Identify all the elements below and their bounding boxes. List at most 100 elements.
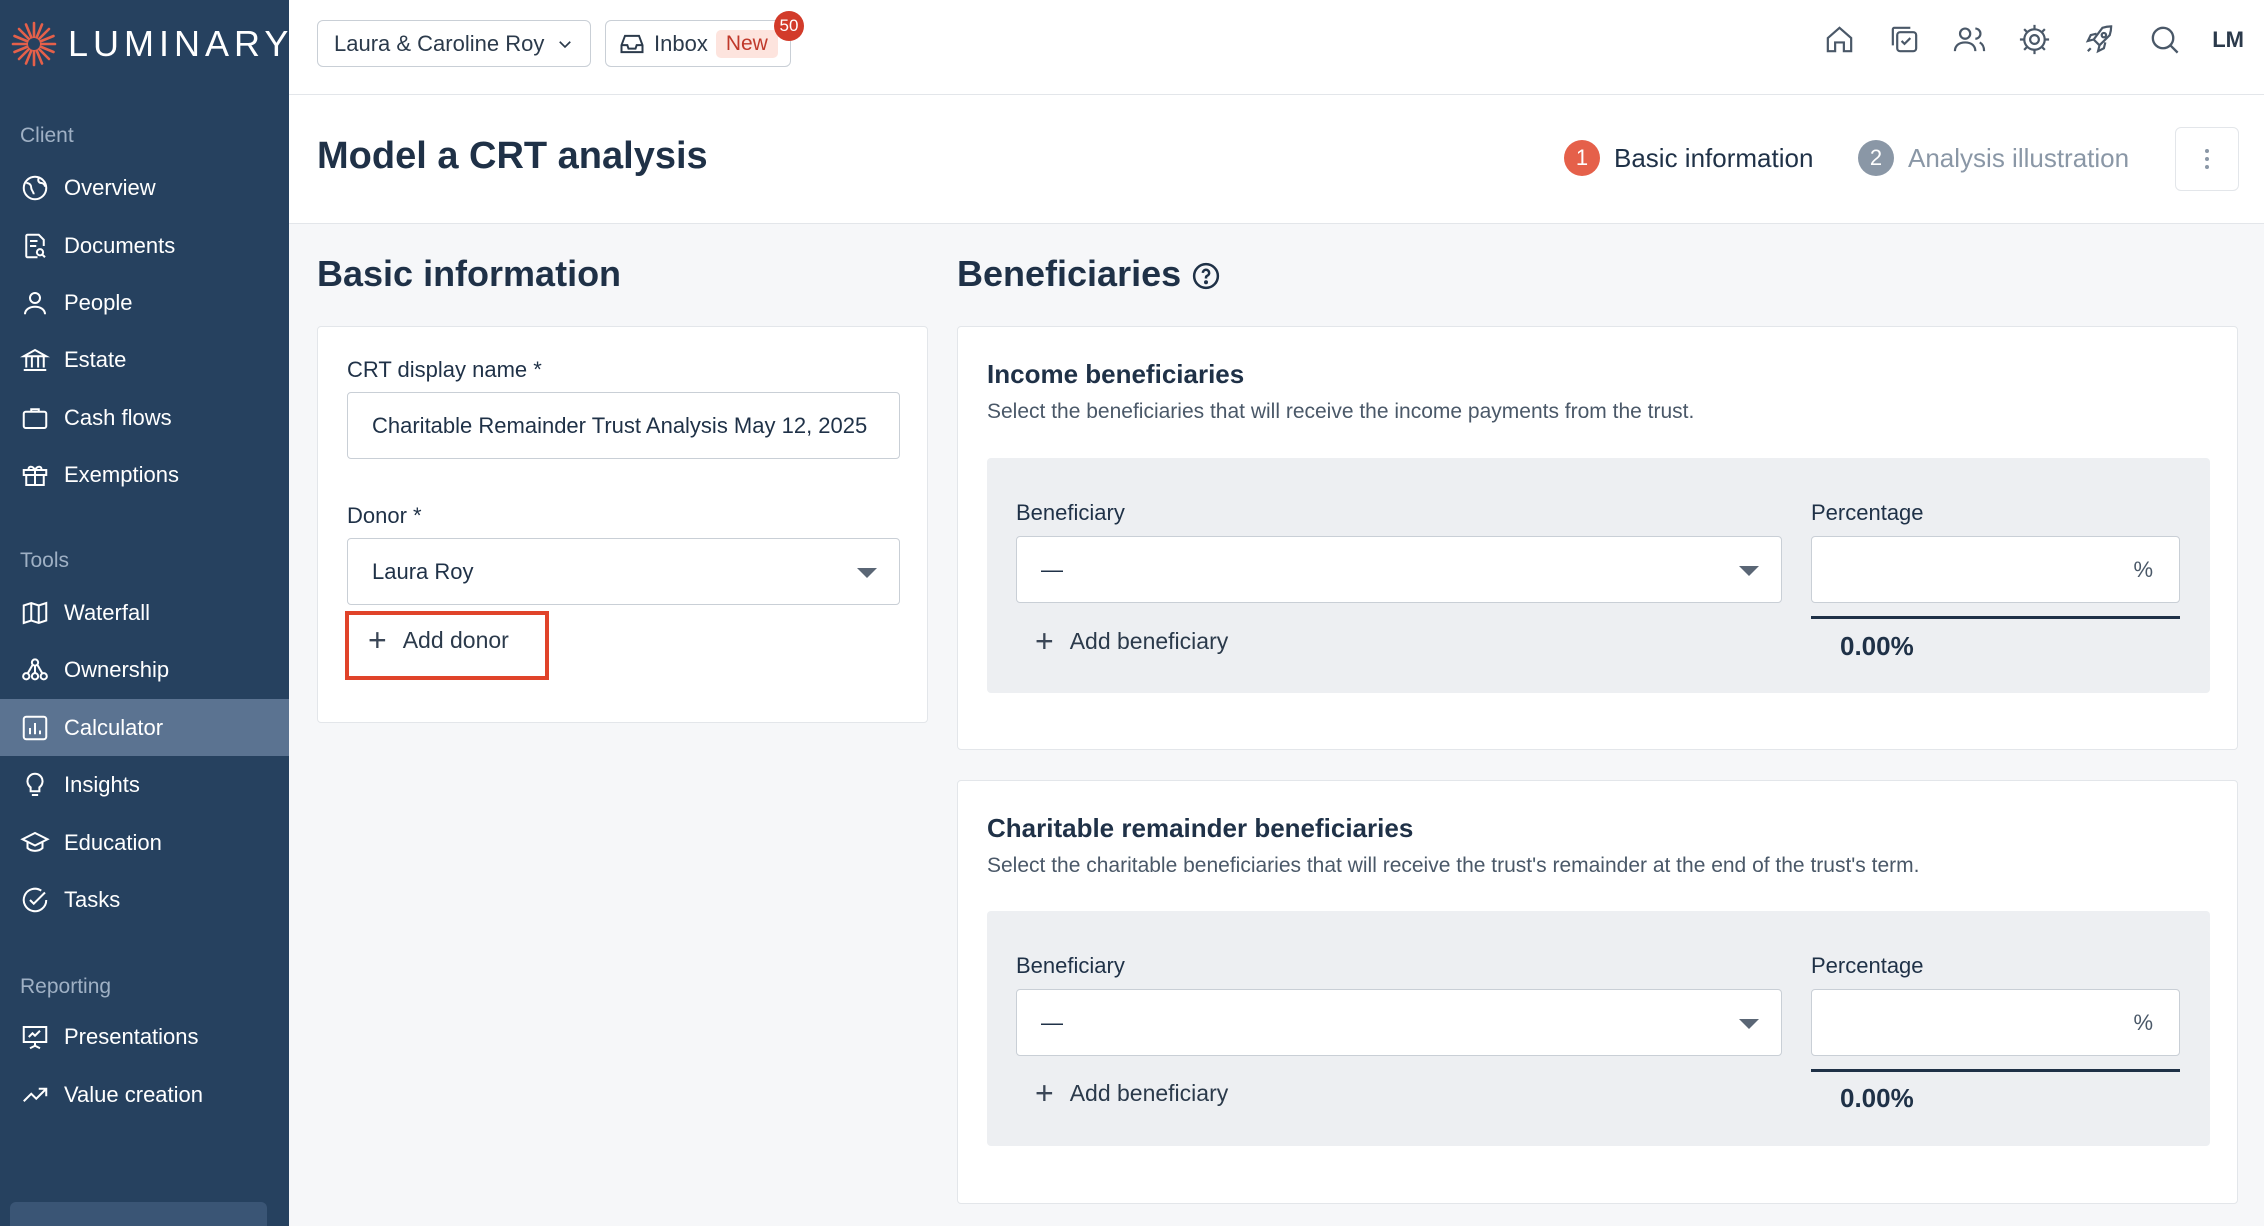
nav-item-label: Insights bbox=[64, 771, 140, 797]
nav-item-label: Documents bbox=[64, 232, 176, 258]
topbar-actions: LM bbox=[1822, 22, 2244, 57]
rocket-icon[interactable] bbox=[2082, 22, 2117, 57]
avatar[interactable]: LM bbox=[2212, 27, 2244, 53]
charitable-add-beneficiary-button[interactable]: + Add beneficiary bbox=[1035, 1077, 1228, 1109]
help-icon[interactable] bbox=[1191, 261, 1221, 291]
topbar: Laura & Caroline Roy Inbox New 50 LM bbox=[289, 0, 2264, 95]
beneficiaries-title: Beneficiaries bbox=[957, 253, 1221, 295]
users-icon[interactable] bbox=[1952, 22, 1987, 57]
luminary-sun-icon bbox=[11, 21, 57, 67]
inbox-count-badge: 50 bbox=[774, 11, 804, 41]
nav-item-documents[interactable]: Documents bbox=[0, 217, 289, 274]
chevron-down-icon bbox=[559, 40, 572, 48]
nav-item-insights[interactable]: Insights bbox=[0, 756, 289, 813]
sidebar-footer-button[interactable] bbox=[10, 1202, 267, 1226]
nav-item-estate[interactable]: Estate bbox=[0, 331, 289, 388]
nav-item-value-creation[interactable]: Value creation bbox=[0, 1066, 289, 1123]
brand-logo[interactable]: LUMINARY bbox=[10, 18, 293, 70]
more-options-button[interactable] bbox=[2175, 127, 2239, 191]
nav-item-tasks[interactable]: Tasks bbox=[0, 871, 289, 928]
step-label: Basic information bbox=[1614, 142, 1814, 173]
income-heading: Income beneficiaries bbox=[987, 359, 1245, 389]
inbox-button[interactable]: Inbox New bbox=[605, 20, 791, 67]
nav-section-client: Client bbox=[20, 124, 74, 147]
income-total-percentage: 0.00% bbox=[1840, 631, 1914, 661]
nav-item-label: Presentations bbox=[64, 1023, 199, 1049]
new-badge: New bbox=[715, 29, 778, 58]
gift-icon bbox=[22, 465, 48, 486]
nav-item-waterfall[interactable]: Waterfall bbox=[0, 584, 289, 641]
inbox-icon bbox=[620, 34, 644, 53]
check-circle-icon bbox=[22, 887, 48, 912]
client-selector[interactable]: Laura & Caroline Roy bbox=[317, 20, 592, 67]
nav-item-label: Ownership bbox=[64, 656, 170, 682]
search-icon[interactable] bbox=[2147, 22, 2182, 57]
inbox-label: Inbox bbox=[654, 30, 708, 56]
nav-item-label: Value creation bbox=[64, 1081, 204, 1107]
nav-item-label: Estate bbox=[64, 346, 127, 372]
calculator-chart-icon bbox=[22, 715, 48, 740]
nav-section-reporting: Reporting bbox=[20, 975, 112, 998]
crt-name-input[interactable]: Charitable Remainder Trust Analysis May … bbox=[347, 392, 900, 459]
income-beneficiary-select[interactable]: — bbox=[1016, 536, 1782, 603]
nav-item-people[interactable]: People bbox=[0, 274, 289, 331]
dropdown-caret-icon bbox=[857, 568, 877, 578]
trend-up-icon bbox=[23, 1087, 48, 1102]
donor-label: Donor * bbox=[347, 503, 422, 528]
step-number: 1 bbox=[1564, 140, 1600, 176]
step-analysis-illustration[interactable]: 2 Analysis illustration bbox=[1858, 140, 2129, 176]
nav-item-label: Tasks bbox=[64, 886, 121, 912]
nav-item-label: Waterfall bbox=[64, 599, 150, 625]
step-number: 2 bbox=[1858, 140, 1894, 176]
add-beneficiary-label: Add beneficiary bbox=[1069, 627, 1229, 654]
nav-item-presentations[interactable]: Presentations bbox=[0, 1008, 289, 1065]
donor-value: Laura Roy bbox=[372, 558, 474, 584]
income-beneficiaries-card: Income beneficiaries Select the benefici… bbox=[957, 326, 2238, 750]
nav-item-exemptions[interactable]: Exemptions bbox=[0, 446, 289, 503]
charitable-percentage-input[interactable]: % bbox=[1811, 989, 2180, 1056]
beneficiary-value: — bbox=[1041, 556, 1063, 582]
charitable-beneficiary-panel: Beneficiary — Percentage % + Add benefic… bbox=[987, 911, 2210, 1146]
nav-item-label: Exemptions bbox=[64, 461, 179, 487]
percentage-label: Percentage bbox=[1811, 953, 1924, 978]
briefcase-icon bbox=[22, 407, 48, 429]
nav-item-label: Calculator bbox=[64, 714, 164, 740]
charitable-total-percentage: 0.00% bbox=[1840, 1083, 1914, 1113]
tasks-icon[interactable] bbox=[1887, 22, 1922, 57]
beneficiary-value: — bbox=[1041, 1009, 1063, 1035]
map-icon bbox=[22, 601, 48, 624]
bank-icon bbox=[20, 348, 50, 371]
nav-item-education[interactable]: Education bbox=[0, 814, 289, 871]
dropdown-caret-icon bbox=[1739, 1019, 1759, 1029]
income-percentage-input[interactable]: % bbox=[1811, 536, 2180, 603]
nav-item-overview[interactable]: Overview bbox=[0, 159, 289, 216]
step-basic-information[interactable]: 1 Basic information bbox=[1564, 140, 1813, 176]
nav-item-label: Education bbox=[64, 829, 162, 855]
brand-name: LUMINARY bbox=[68, 23, 294, 64]
percentage-label: Percentage bbox=[1811, 500, 1924, 525]
charitable-beneficiary-select[interactable]: — bbox=[1016, 989, 1782, 1056]
beneficiaries-title-text: Beneficiaries bbox=[957, 253, 1182, 294]
nav-item-ownership[interactable]: Ownership bbox=[0, 641, 289, 698]
total-divider bbox=[1811, 1069, 2180, 1072]
income-add-beneficiary-button[interactable]: + Add beneficiary bbox=[1035, 625, 1228, 657]
presentation-icon bbox=[22, 1025, 48, 1049]
charitable-heading: Charitable remainder beneficiaries bbox=[987, 813, 1414, 843]
document-search-icon bbox=[25, 233, 46, 258]
hierarchy-icon bbox=[22, 657, 48, 680]
person-icon bbox=[24, 291, 46, 314]
nav-item-calculator[interactable]: Calculator bbox=[0, 699, 289, 756]
settings-icon[interactable] bbox=[2017, 22, 2052, 57]
lightbulb-icon bbox=[26, 772, 44, 796]
nav-item-cash-flows[interactable]: Cash flows bbox=[0, 389, 289, 446]
home-icon[interactable] bbox=[1822, 22, 1857, 57]
donor-select[interactable]: Laura Roy bbox=[347, 538, 900, 605]
step-label: Analysis illustration bbox=[1908, 142, 2130, 173]
plus-icon: + bbox=[1035, 623, 1054, 659]
nav-item-label: Overview bbox=[64, 174, 156, 200]
page-header: Model a CRT analysis 1 Basic information… bbox=[289, 95, 2264, 224]
nav-item-label: People bbox=[64, 289, 133, 315]
nav-section-tools: Tools bbox=[20, 549, 70, 572]
graduation-cap-icon bbox=[20, 831, 50, 852]
percent-suffix: % bbox=[2133, 1010, 2153, 1035]
